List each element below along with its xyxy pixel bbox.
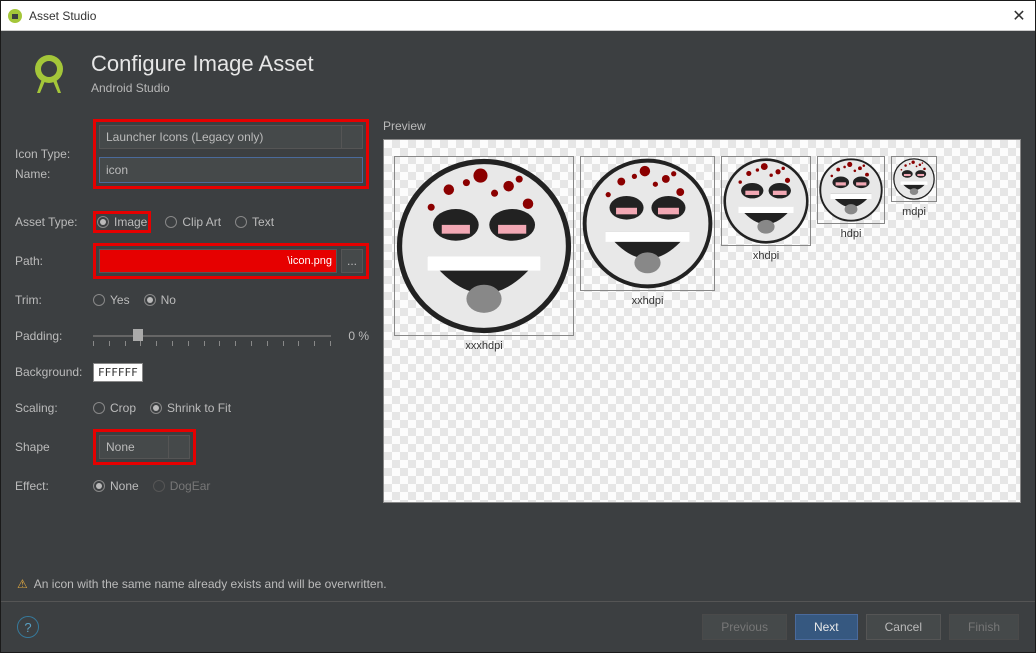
scaling-crop-radio[interactable]: Crop [93, 401, 136, 415]
preview-item: mdpi [891, 156, 937, 218]
titlebar: Asset Studio ✕ [1, 1, 1035, 31]
effect-none-radio[interactable]: None [93, 479, 139, 493]
preview-item: hdpi [817, 156, 885, 240]
previous-button[interactable]: Previous [702, 614, 787, 640]
asset-type-label: Asset Type: [15, 215, 93, 229]
icon-type-dropdown-button[interactable] [341, 125, 363, 149]
preview-item: xhdpi [721, 156, 811, 262]
path-label: Path: [15, 254, 93, 268]
scaling-shrink-radio[interactable]: Shrink to Fit [150, 401, 231, 415]
effect-label: Effect: [15, 479, 93, 493]
preview-icon [891, 156, 937, 202]
padding-slider[interactable] [93, 326, 331, 346]
slider-thumb-icon[interactable] [133, 329, 143, 341]
preview-label: Preview [383, 119, 1021, 133]
preview-size-label: mdpi [902, 206, 926, 218]
background-label: Background: [15, 365, 93, 379]
header: Configure Image Asset Android Studio [1, 31, 1035, 119]
preview-icon [721, 156, 811, 246]
window-title: Asset Studio [29, 9, 1009, 23]
help-button[interactable]: ? [17, 616, 39, 638]
android-studio-icon [7, 8, 23, 24]
background-color-swatch[interactable]: FFFFFF [93, 363, 143, 382]
padding-percent: 0 % [339, 329, 369, 343]
finish-button[interactable]: Finish [949, 614, 1019, 640]
shape-label: Shape [15, 440, 93, 454]
preview-size-label: xxxhdpi [465, 340, 502, 352]
preview-size-label: hdpi [841, 228, 862, 240]
scaling-label: Scaling: [15, 401, 93, 415]
warning-message: ⚠ An icon with the same name already exi… [1, 567, 1035, 601]
asset-type-image-radio[interactable]: Image [97, 215, 147, 229]
trim-no-radio[interactable]: No [144, 293, 176, 307]
path-input[interactable]: \icon.png [99, 249, 337, 273]
preview-item: xxhdpi [580, 156, 715, 307]
shape-dropdown-button[interactable] [168, 435, 190, 459]
android-studio-logo-icon [25, 49, 73, 97]
padding-label: Padding: [15, 329, 93, 343]
warning-icon: ⚠ [17, 577, 28, 591]
preview-size-label: xxhdpi [632, 295, 664, 307]
cancel-button[interactable]: Cancel [866, 614, 941, 640]
asset-type-clipart-radio[interactable]: Clip Art [165, 215, 221, 229]
name-label: Name: [15, 167, 93, 181]
trim-label: Trim: [15, 293, 93, 307]
preview-item: xxxhdpi [394, 156, 574, 352]
preview-icon [394, 156, 574, 336]
path-browse-button[interactable]: ... [341, 249, 363, 273]
icon-type-value: Launcher Icons (Legacy only) [106, 130, 263, 144]
preview-pane: xxxhdpi xxhdpi xhdpi [383, 139, 1021, 503]
next-button[interactable]: Next [795, 614, 858, 640]
asset-type-text-radio[interactable]: Text [235, 215, 274, 229]
preview-icon [580, 156, 715, 291]
preview-size-label: xhdpi [753, 250, 779, 262]
icon-type-select[interactable]: Launcher Icons (Legacy only) [99, 125, 342, 149]
effect-dogear-radio[interactable]: DogEar [153, 479, 211, 493]
preview-icon [817, 156, 885, 224]
shape-select[interactable]: None [99, 435, 169, 459]
page-subtitle: Android Studio [91, 81, 314, 95]
trim-yes-radio[interactable]: Yes [93, 293, 130, 307]
page-title: Configure Image Asset [91, 51, 314, 77]
close-icon[interactable]: ✕ [1009, 6, 1029, 26]
